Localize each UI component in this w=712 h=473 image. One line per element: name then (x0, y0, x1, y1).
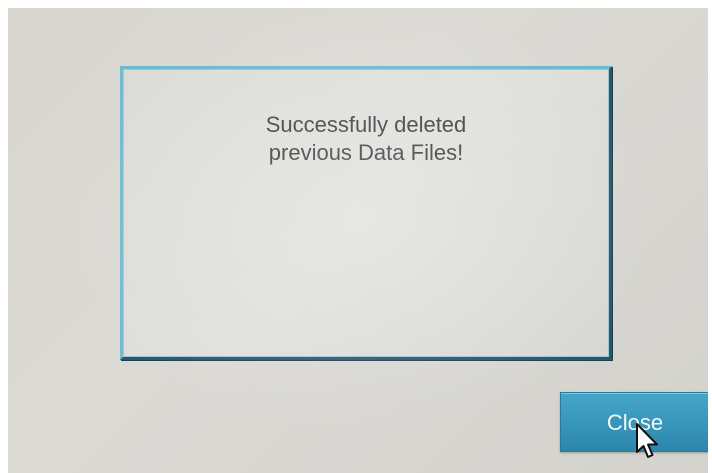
touchscreen-display: Successfully deleted previous Data Files… (8, 8, 708, 473)
close-button[interactable]: Close (560, 392, 708, 452)
message-dialog: Successfully deleted previous Data Files… (120, 66, 612, 360)
dialog-message: Successfully deleted previous Data Files… (265, 112, 467, 165)
mouse-pointer-icon (636, 423, 658, 458)
